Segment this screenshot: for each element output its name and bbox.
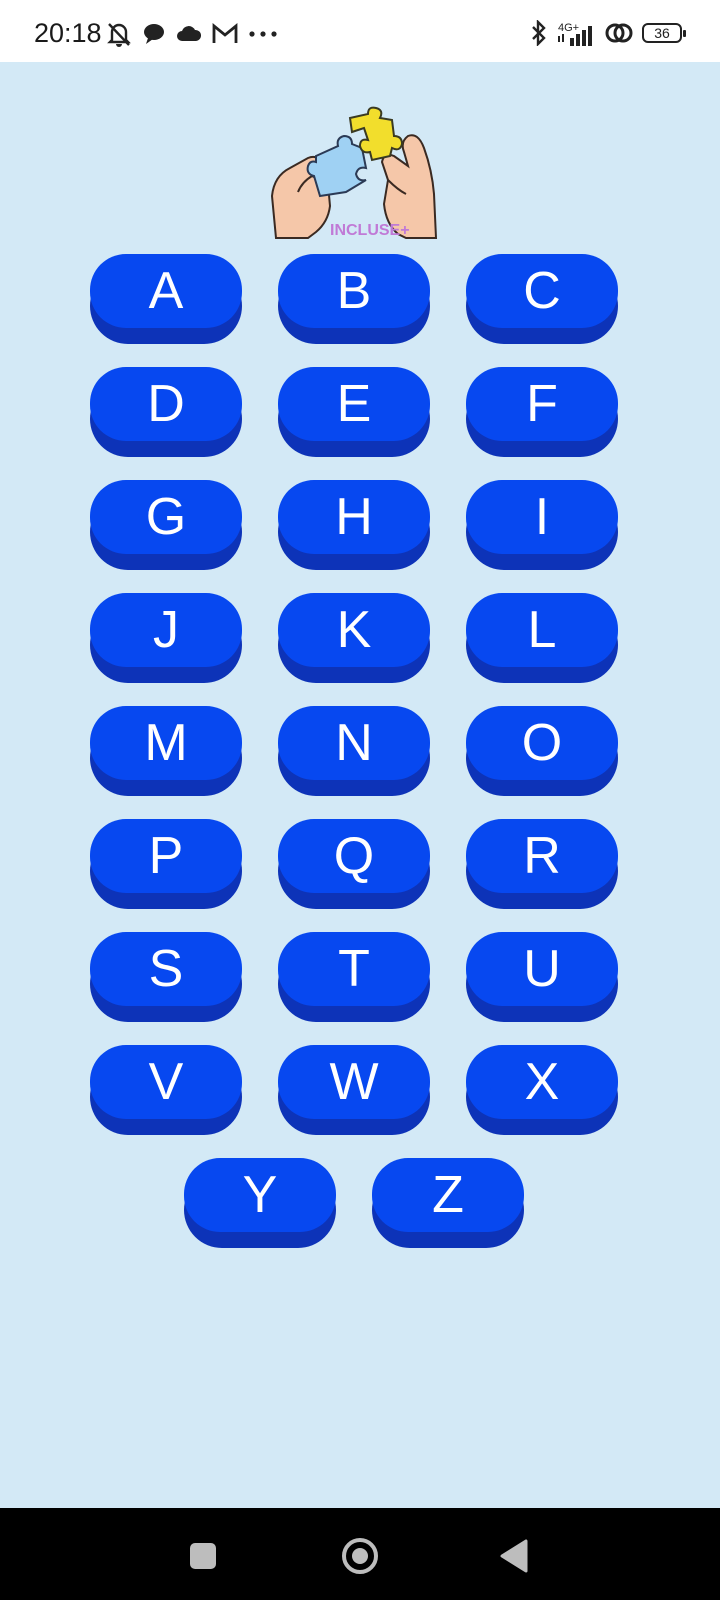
back-button[interactable] <box>500 1539 530 1573</box>
letter-button-a[interactable]: A <box>90 254 242 344</box>
more-dots-icon <box>249 31 277 37</box>
letter-button-h[interactable]: H <box>278 480 430 570</box>
link-icon <box>605 23 633 43</box>
letter-button-z[interactable]: Z <box>372 1158 524 1248</box>
letter-label: Q <box>278 819 430 893</box>
cloud-icon <box>177 26 202 41</box>
bell-off-icon <box>107 23 131 47</box>
letter-button-b[interactable]: B <box>278 254 430 344</box>
letter-label: L <box>466 593 618 667</box>
letter-label: I <box>466 480 618 554</box>
letter-label: W <box>278 1045 430 1119</box>
letter-button-i[interactable]: I <box>466 480 618 570</box>
letter-button-k[interactable]: K <box>278 593 430 683</box>
letter-button-l[interactable]: L <box>466 593 618 683</box>
recents-button[interactable] <box>190 1543 216 1569</box>
letter-label: J <box>90 593 242 667</box>
letter-button-t[interactable]: T <box>278 932 430 1022</box>
letter-label: K <box>278 593 430 667</box>
letter-label: R <box>466 819 618 893</box>
letter-button-w[interactable]: W <box>278 1045 430 1135</box>
signal-group: 4G+ <box>556 18 596 48</box>
battery-icon: 36 <box>642 23 686 43</box>
chat-bubble-icon <box>144 24 164 44</box>
letter-button-c[interactable]: C <box>466 254 618 344</box>
letter-button-j[interactable]: J <box>90 593 242 683</box>
status-time: 20:18 <box>34 18 102 48</box>
letter-button-e[interactable]: E <box>278 367 430 457</box>
letter-button-s[interactable]: S <box>90 932 242 1022</box>
navigation-bar <box>0 1508 720 1600</box>
letter-button-q[interactable]: Q <box>278 819 430 909</box>
letter-label: X <box>466 1045 618 1119</box>
letter-button-r[interactable]: R <box>466 819 618 909</box>
letter-label: G <box>90 480 242 554</box>
letter-button-g[interactable]: G <box>90 480 242 570</box>
letter-label: U <box>466 932 618 1006</box>
letter-label: P <box>90 819 242 893</box>
letter-label: F <box>466 367 618 441</box>
letter-button-p[interactable]: P <box>90 819 242 909</box>
notification-icons <box>106 20 278 48</box>
letter-label: T <box>278 932 430 1006</box>
letter-label: D <box>90 367 242 441</box>
home-button[interactable] <box>341 1537 379 1575</box>
letter-button-x[interactable]: X <box>466 1045 618 1135</box>
letter-button-m[interactable]: M <box>90 706 242 796</box>
letter-button-y[interactable]: Y <box>184 1158 336 1248</box>
bluetooth-icon <box>532 20 546 46</box>
letter-label: B <box>278 254 430 328</box>
letter-label: E <box>278 367 430 441</box>
letter-label: H <box>278 480 430 554</box>
letter-label: M <box>90 706 242 780</box>
letter-label: S <box>90 932 242 1006</box>
letter-label: Y <box>184 1158 336 1232</box>
letter-label: Z <box>372 1158 524 1232</box>
signal-icon <box>558 26 592 46</box>
status-bar: 20:18 4G+ 36 <box>0 0 720 62</box>
letter-label: V <box>90 1045 242 1119</box>
logo-text: INCLUSE+ <box>330 222 410 239</box>
letter-button-d[interactable]: D <box>90 367 242 457</box>
letter-button-o[interactable]: O <box>466 706 618 796</box>
letter-button-n[interactable]: N <box>278 706 430 796</box>
letter-label: N <box>278 706 430 780</box>
gmail-icon <box>212 23 238 43</box>
system-icons: 4G+ 36 <box>530 18 686 48</box>
letter-button-f[interactable]: F <box>466 367 618 457</box>
letter-button-u[interactable]: U <box>466 932 618 1022</box>
letter-label: A <box>90 254 242 328</box>
letter-label: O <box>466 706 618 780</box>
letter-button-v[interactable]: V <box>90 1045 242 1135</box>
letter-label: C <box>466 254 618 328</box>
